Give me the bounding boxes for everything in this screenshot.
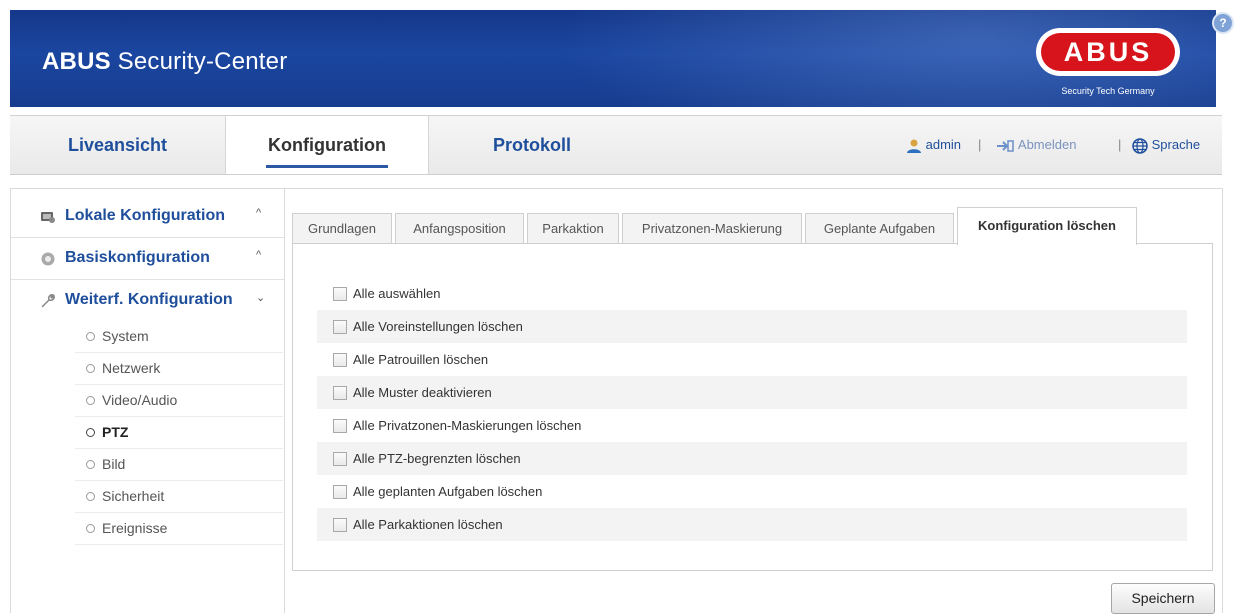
separator-2: |	[1118, 137, 1122, 152]
sidebar-item-video-audio[interactable]: Video/Audio	[75, 385, 283, 417]
option-row: Alle geplanten Aufgaben löschen	[317, 475, 1187, 508]
app-title: ABUS Security-Center	[42, 48, 288, 75]
tab-konfiguration[interactable]: Konfiguration	[225, 116, 429, 174]
wrench-icon	[41, 294, 55, 308]
checkbox[interactable]	[333, 484, 347, 499]
chevron-down-icon: ⌄	[256, 292, 266, 304]
sidebar-item-system[interactable]: System	[75, 321, 283, 353]
save-button[interactable]: Speichern	[1111, 583, 1215, 614]
gear-icon	[41, 252, 55, 266]
sidebar: Lokale Konfiguration ^ Basiskonfiguratio…	[10, 188, 285, 613]
username: admin	[925, 137, 962, 152]
checkbox[interactable]	[333, 385, 347, 400]
user-icon	[907, 139, 921, 153]
checkbox[interactable]	[333, 517, 347, 532]
option-row: Alle Parkaktionen löschen	[317, 508, 1187, 541]
local-config-icon	[41, 212, 55, 223]
logout-icon	[997, 139, 1014, 152]
user-link[interactable]: admin	[906, 116, 961, 174]
tab-konfiguration-loeschen[interactable]: Konfiguration löschen	[957, 207, 1137, 245]
checkbox[interactable]	[333, 319, 347, 334]
options-panel: Alle auswählen Alle Voreinstellungen lös…	[292, 243, 1213, 571]
help-icon[interactable]: ?	[1214, 14, 1232, 32]
option-row: Alle Muster deaktivieren	[317, 376, 1187, 409]
option-row: Alle Privatzonen-Maskierungen löschen	[317, 409, 1187, 442]
globe-icon	[1132, 137, 1148, 154]
sidebar-item-sicherheit[interactable]: Sicherheit	[75, 481, 283, 513]
sidebar-section-basiskonfiguration[interactable]: Basiskonfiguration ^	[11, 239, 284, 280]
tab-anfangsposition[interactable]: Anfangsposition	[395, 213, 524, 244]
language-link[interactable]: Sprache	[1132, 116, 1200, 174]
sidebar-item-bild[interactable]: Bild	[75, 449, 283, 481]
sidebar-item-netzwerk[interactable]: Netzwerk	[75, 353, 283, 385]
content-area: Grundlagen Anfangsposition Parkaktion Pr…	[283, 188, 1223, 614]
option-row: Alle Voreinstellungen löschen	[317, 310, 1187, 343]
sidebar-section-weiterf-konfiguration[interactable]: Weiterf. Konfiguration ⌄	[11, 281, 284, 321]
checkbox[interactable]	[333, 451, 347, 466]
option-row: Alle auswählen	[317, 277, 1187, 310]
tab-geplante-aufgaben[interactable]: Geplante Aufgaben	[805, 213, 954, 244]
logout-link[interactable]: Abmelden	[995, 116, 1076, 174]
checkbox[interactable]	[333, 352, 347, 367]
header-banner: ABUS Security-Center ABUS Security Tech …	[10, 10, 1216, 107]
option-row: Alle PTZ-begrenzten löschen	[317, 442, 1187, 475]
checkbox[interactable]	[333, 418, 347, 433]
chevron-up-icon: ^	[256, 207, 262, 219]
option-row: Alle Patrouillen löschen	[317, 343, 1187, 376]
logo-tagline: Security Tech Germany	[1061, 86, 1155, 96]
tab-grundlagen[interactable]: Grundlagen	[292, 213, 392, 244]
sidebar-item-ptz[interactable]: PTZ	[75, 417, 283, 449]
tab-parkaktion[interactable]: Parkaktion	[527, 213, 619, 244]
tab-liveansicht[interactable]: Liveansicht	[10, 116, 225, 174]
tab-privatzonen-maskierung[interactable]: Privatzonen-Maskierung	[622, 213, 802, 244]
sidebar-item-ereignisse[interactable]: Ereignisse	[75, 513, 283, 545]
checkbox[interactable]	[333, 286, 347, 301]
chevron-up-icon: ^	[256, 249, 262, 261]
tab-protokoll[interactable]: Protokoll	[427, 116, 637, 174]
separator: |	[978, 137, 982, 152]
sidebar-section-lokale-konfiguration[interactable]: Lokale Konfiguration ^	[11, 197, 284, 238]
main-nav: Liveansicht Konfiguration Protokoll admi…	[10, 115, 1222, 175]
abus-logo: ABUS Security Tech Germany	[1032, 28, 1184, 102]
